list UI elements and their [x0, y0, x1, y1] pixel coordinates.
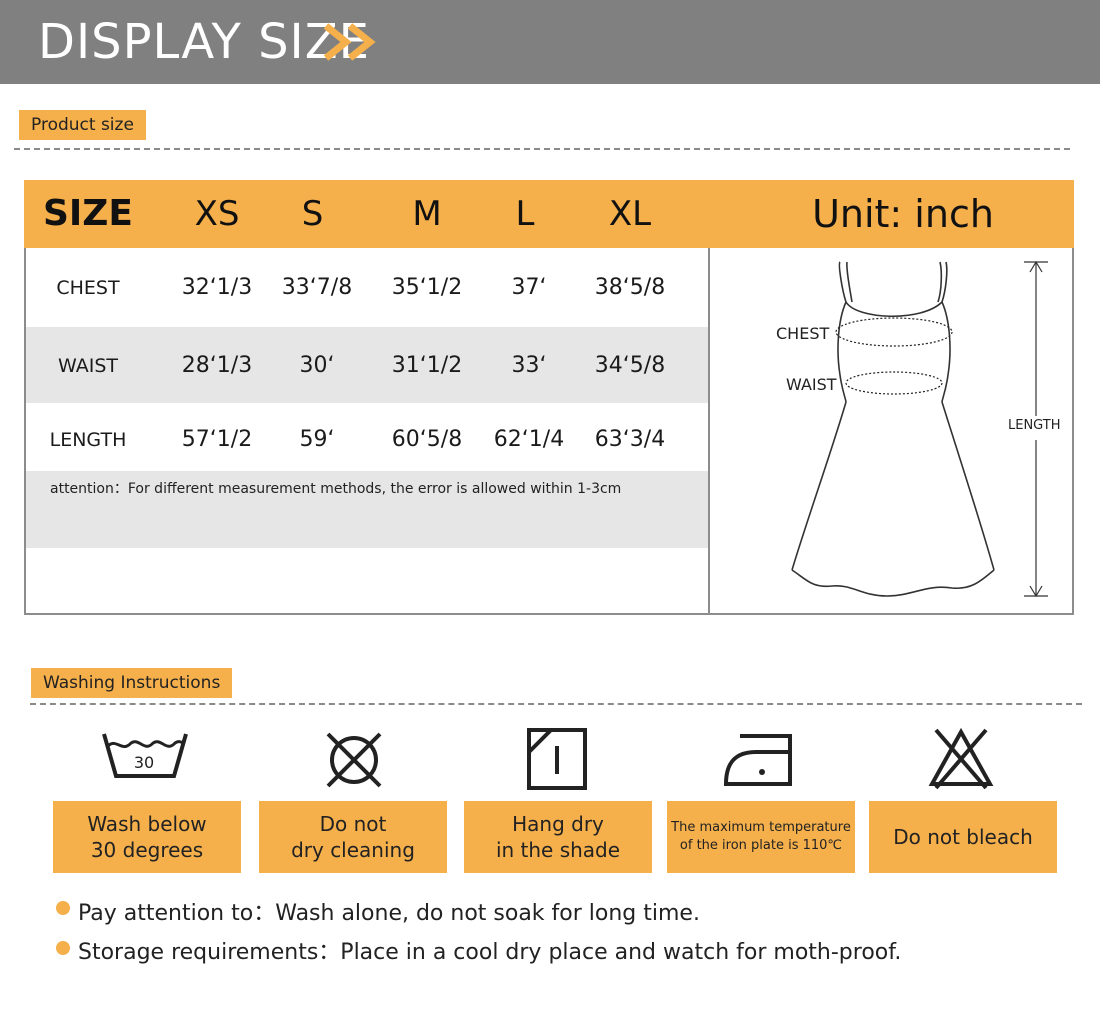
no-dry-clean-icon [326, 732, 382, 788]
length-label: LENGTH [1008, 418, 1061, 433]
bullet-icon [56, 941, 70, 955]
wash-30-icon: 30 [102, 733, 188, 778]
table-divider [708, 248, 710, 615]
size-header-s: S [301, 194, 324, 234]
wash-instruction-hang-dry: Hang dry in the shade [464, 801, 652, 873]
section-tag-washing: Washing Instructions [31, 668, 233, 698]
table-cell: 34‘5/8 [594, 353, 666, 378]
note-label: Storage requirements： [78, 940, 341, 965]
page-title: DISPLAY SIZE [38, 14, 370, 70]
wash-line1: Do not bleach [893, 825, 1033, 849]
wash-line2: in the shade [495, 838, 621, 862]
table-cell: 37‘ [511, 275, 547, 300]
table-cell: 33‘ [511, 353, 547, 378]
note-label: Pay attention to： [78, 901, 276, 926]
table-cell: 63‘3/4 [594, 427, 666, 452]
row-label-waist: WAIST [57, 355, 118, 377]
iron-icon [723, 734, 792, 786]
table-cell: 35‘1/2 [391, 275, 463, 300]
size-header-xl: XL [608, 194, 652, 234]
table-cell: 33‘7/8 [281, 275, 353, 300]
table-cell: 57‘1/2 [181, 427, 253, 452]
table-cell: 30‘ [299, 353, 335, 378]
table-cell: 32‘1/3 [181, 275, 253, 300]
note-storage: Storage requirements：Place in a cool dry… [78, 934, 901, 966]
no-bleach-icon [928, 727, 994, 790]
wash-instruction-no-bleach: Do not bleach [869, 801, 1057, 873]
section-tag-product-size: Product size [19, 110, 146, 140]
size-header-xs: XS [194, 194, 240, 234]
wash-instruction-wash-below-30: Wash below 30 degrees [53, 801, 241, 873]
table-cell: 38‘5/8 [594, 275, 666, 300]
note-text: Place in a cool dry place and watch for … [340, 940, 902, 965]
table-cell: 60‘5/8 [391, 427, 463, 452]
wash-line1: Do not [319, 812, 387, 836]
note-text: Wash alone, do not soak for long time. [275, 901, 700, 926]
table-cell: 28‘1/3 [181, 353, 253, 378]
table-cell: 31‘1/2 [391, 353, 463, 378]
double-chevron-right-icon [323, 23, 376, 61]
wash-temp-badge: 30 [134, 753, 154, 772]
row-label-length: LENGTH [49, 429, 127, 451]
waist-label: WAIST [786, 375, 837, 394]
divider [14, 148, 1070, 150]
size-header-l: L [515, 194, 535, 234]
wash-line1: Wash below [87, 812, 207, 836]
bullet-icon [56, 901, 70, 915]
unit-label: Unit: inch [812, 192, 994, 236]
size-header-label: SIZE [42, 193, 134, 234]
wash-instruction-no-dry-cleaning: Do not dry cleaning [259, 801, 447, 873]
note-pay-attention: Pay attention to：Wash alone, do not soak… [78, 895, 700, 927]
wash-instruction-iron-temp: The maximum temperature of the iron plate… [667, 801, 855, 873]
table-cell: 62‘1/4 [493, 427, 565, 452]
hang-dry-shade-icon [527, 728, 587, 790]
size-header-m: M [412, 194, 442, 234]
chest-label: CHEST [776, 324, 830, 343]
wash-line1: The maximum temperature [671, 820, 851, 835]
wash-line1: Hang dry [512, 812, 604, 836]
wash-line2: of the iron plate is 110℃ [679, 838, 843, 853]
wash-line2: 30 degrees [90, 838, 204, 862]
row-label-chest: CHEST [56, 277, 120, 299]
measurement-note: attention：For different measurement meth… [50, 481, 622, 497]
wash-line2: dry cleaning [291, 838, 415, 862]
divider [30, 703, 1082, 705]
table-cell: 59‘ [299, 427, 335, 452]
